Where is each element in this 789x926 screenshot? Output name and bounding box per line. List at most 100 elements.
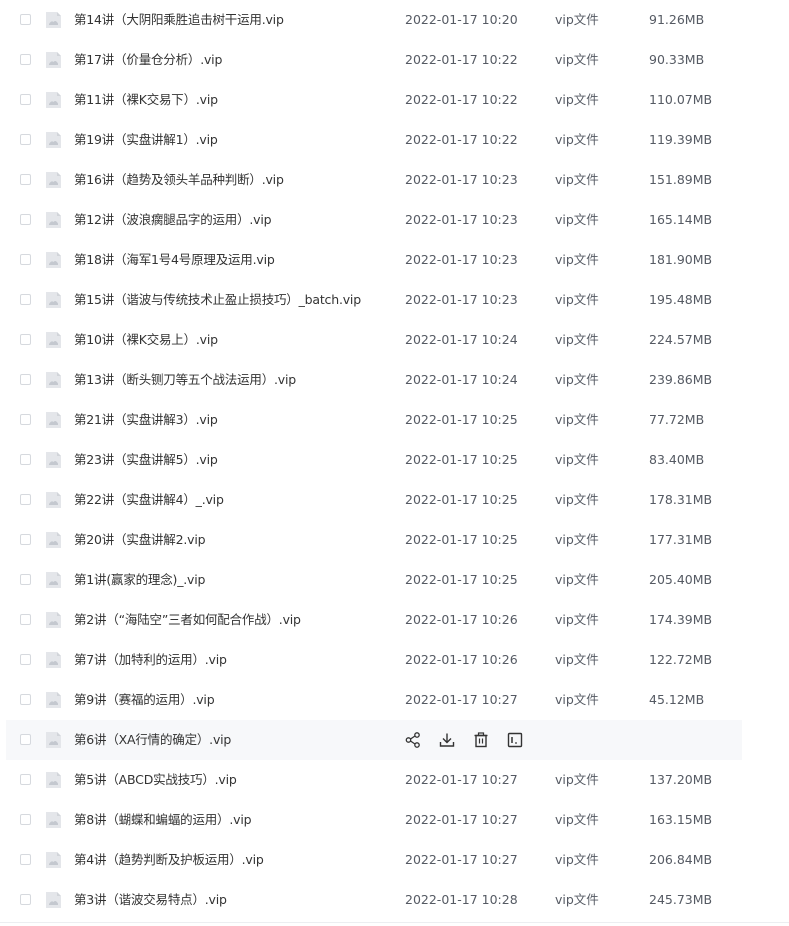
file-name[interactable]: 第5讲（ABCD实战技巧）.vip: [74, 760, 237, 800]
row-checkbox[interactable]: [20, 94, 31, 105]
file-name[interactable]: 第2讲（“海陆空”三者如何配合作战）.vip: [74, 600, 301, 640]
file-name[interactable]: 第11讲（裸K交易下）.vip: [74, 80, 218, 120]
file-name[interactable]: 第18讲（海军1号4号原理及运用.vip: [74, 240, 275, 280]
row-checkbox[interactable]: [20, 574, 31, 585]
file-row[interactable]: 第1讲(赢家的理念)_.vip 2022-01-17 10:25 vip文件 205.…: [6, 560, 742, 600]
file-icon: [45, 411, 62, 429]
file-name[interactable]: 第6讲（XA行情的确定）.vip: [74, 720, 231, 760]
row-checkbox[interactable]: [20, 894, 31, 905]
file-row[interactable]: 第8讲（蝴蝶和蝙蝠的运用）.vip 2022-01-17 10:27 vip文件 16…: [6, 800, 742, 840]
file-type: vip文件: [555, 132, 599, 147]
file-row[interactable]: 第23讲（实盘讲解5）.vip 2022-01-17 10:25 vip文件 83.4…: [6, 440, 742, 480]
file-size: 195.48MB: [649, 292, 713, 307]
download-icon[interactable]: [438, 731, 456, 749]
file-name[interactable]: 第12讲（波浪瘸腿品字的运用）.vip: [74, 200, 272, 240]
row-checkbox[interactable]: [20, 374, 31, 385]
file-row[interactable]: 第14讲（大阴阳乘胜追击树干运用.vip 2022-01-17 10:20 vip文…: [6, 0, 742, 40]
file-row[interactable]: 第20讲（实盘讲解2.vip 2022-01-17 10:25 vip文件 177.3…: [6, 520, 742, 560]
row-checkbox[interactable]: [20, 654, 31, 665]
row-checkbox[interactable]: [20, 614, 31, 625]
file-name[interactable]: 第4讲（趋势判断及护板运用）.vip: [74, 840, 264, 880]
row-checkbox[interactable]: [20, 54, 31, 65]
file-name[interactable]: 第16讲（趋势及领头羊品种判断）.vip: [74, 160, 284, 200]
file-name[interactable]: 第20讲（实盘讲解2.vip: [74, 520, 206, 560]
file-row[interactable]: 第18讲（海军1号4号原理及运用.vip 2022-01-17 10:23 vip文…: [6, 240, 742, 280]
more-icon[interactable]: [506, 731, 524, 749]
file-type: vip文件: [555, 412, 599, 427]
file-name[interactable]: 第14讲（大阴阳乘胜追击树干运用.vip: [74, 0, 284, 40]
row-checkbox[interactable]: [20, 254, 31, 265]
file-row[interactable]: 第4讲（趋势判断及护板运用）.vip 2022-01-17 10:27 vip文件 2…: [6, 840, 742, 880]
share-icon[interactable]: [404, 731, 422, 749]
delete-icon[interactable]: [472, 731, 490, 749]
file-size: 137.20MB: [649, 772, 713, 787]
file-name[interactable]: 第3讲（谐波交易特点）.vip: [74, 880, 227, 920]
file-name[interactable]: 第23讲（实盘讲解5）.vip: [74, 440, 218, 480]
file-icon: [45, 131, 62, 149]
row-checkbox[interactable]: [20, 134, 31, 145]
row-checkbox[interactable]: [20, 814, 31, 825]
file-name[interactable]: 第17讲（价量仓分析）.vip: [74, 40, 222, 80]
row-checkbox[interactable]: [20, 214, 31, 225]
file-size: 205.40MB: [649, 572, 713, 587]
file-size: 239.86MB: [649, 372, 713, 387]
file-row[interactable]: 第21讲（实盘讲解3）.vip 2022-01-17 10:25 vip文件 77.7…: [6, 400, 742, 440]
file-row[interactable]: 第11讲（裸K交易下）.vip 2022-01-17 10:22 vip文件 110.…: [6, 80, 742, 120]
row-checkbox[interactable]: [20, 174, 31, 185]
file-type: vip文件: [555, 292, 599, 307]
file-row[interactable]: 第6讲（XA行情的确定）.vip: [6, 720, 742, 760]
file-type: vip文件: [555, 12, 599, 27]
row-checkbox[interactable]: [20, 534, 31, 545]
file-row[interactable]: 第13讲（断头铡刀等五个战法运用）.vip 2022-01-17 10:24 vip…: [6, 360, 742, 400]
file-icon: [45, 11, 62, 29]
row-checkbox[interactable]: [20, 854, 31, 865]
file-type: vip文件: [555, 612, 599, 627]
file-name[interactable]: 第19讲（实盘讲解1）.vip: [74, 120, 218, 160]
modified-time: 2022-01-17 10:23: [405, 172, 518, 187]
file-name[interactable]: 第15讲（谐波与传统技术止盈止损技巧）_batch.vip: [74, 280, 361, 320]
file-icon: [45, 731, 62, 749]
row-actions: [404, 731, 524, 749]
file-row[interactable]: 第16讲（趋势及领头羊品种判断）.vip 2022-01-17 10:23 vip文…: [6, 160, 742, 200]
file-row[interactable]: 第12讲（波浪瘸腿品字的运用）.vip 2022-01-17 10:23 vip文件…: [6, 200, 742, 240]
row-checkbox[interactable]: [20, 414, 31, 425]
file-row[interactable]: 第5讲（ABCD实战技巧）.vip 2022-01-17 10:27 vip文件 13…: [6, 760, 742, 800]
modified-time: 2022-01-17 10:25: [405, 532, 518, 547]
row-checkbox[interactable]: [20, 734, 31, 745]
file-icon: [45, 171, 62, 189]
file-icon: [45, 51, 62, 69]
modified-time: 2022-01-17 10:22: [405, 132, 518, 147]
file-name[interactable]: 第1讲(赢家的理念)_.vip: [74, 560, 205, 600]
file-name[interactable]: 第8讲（蝴蝶和蝙蝠的运用）.vip: [74, 800, 252, 840]
file-name[interactable]: 第21讲（实盘讲解3）.vip: [74, 400, 218, 440]
file-row[interactable]: 第7讲（加特利的运用）.vip 2022-01-17 10:26 vip文件 122.…: [6, 640, 742, 680]
file-type: vip文件: [555, 852, 599, 867]
file-row[interactable]: 第9讲（赛福的运用）.vip 2022-01-17 10:27 vip文件 45.12…: [6, 680, 742, 720]
row-checkbox[interactable]: [20, 694, 31, 705]
file-type: vip文件: [555, 892, 599, 907]
file-name[interactable]: 第10讲（裸K交易上）.vip: [74, 320, 218, 360]
file-icon: [45, 651, 62, 669]
file-row[interactable]: 第17讲（价量仓分析）.vip 2022-01-17 10:22 vip文件 90.3…: [6, 40, 742, 80]
file-name[interactable]: 第7讲（加特利的运用）.vip: [74, 640, 227, 680]
file-name[interactable]: 第13讲（断头铡刀等五个战法运用）.vip: [74, 360, 296, 400]
file-icon: [45, 851, 62, 869]
file-row[interactable]: 第10讲（裸K交易上）.vip 2022-01-17 10:24 vip文件 224.…: [6, 320, 742, 360]
file-row[interactable]: 第2讲（“海陆空”三者如何配合作战）.vip 2022-01-17 10:26 vi…: [6, 600, 742, 640]
file-name[interactable]: 第22讲（实盘讲解4）_.vip: [74, 480, 224, 520]
row-checkbox[interactable]: [20, 494, 31, 505]
row-checkbox[interactable]: [20, 774, 31, 785]
modified-time: 2022-01-17 10:25: [405, 572, 518, 587]
file-row[interactable]: 第15讲（谐波与传统技术止盈止损技巧）_batch.vip 2022-01-17 …: [6, 280, 742, 320]
row-checkbox[interactable]: [20, 334, 31, 345]
row-checkbox[interactable]: [20, 294, 31, 305]
file-icon: [45, 211, 62, 229]
row-checkbox[interactable]: [20, 454, 31, 465]
file-size: 224.57MB: [649, 332, 713, 347]
file-name[interactable]: 第9讲（赛福的运用）.vip: [74, 680, 215, 720]
file-row[interactable]: 第3讲（谐波交易特点）.vip 2022-01-17 10:28 vip文件 245.…: [6, 880, 742, 920]
file-row[interactable]: 第19讲（实盘讲解1）.vip 2022-01-17 10:22 vip文件 119.…: [6, 120, 742, 160]
row-checkbox[interactable]: [20, 14, 31, 25]
modified-time: 2022-01-17 10:26: [405, 612, 518, 627]
file-row[interactable]: 第22讲（实盘讲解4）_.vip 2022-01-17 10:25 vip文件 178…: [6, 480, 742, 520]
